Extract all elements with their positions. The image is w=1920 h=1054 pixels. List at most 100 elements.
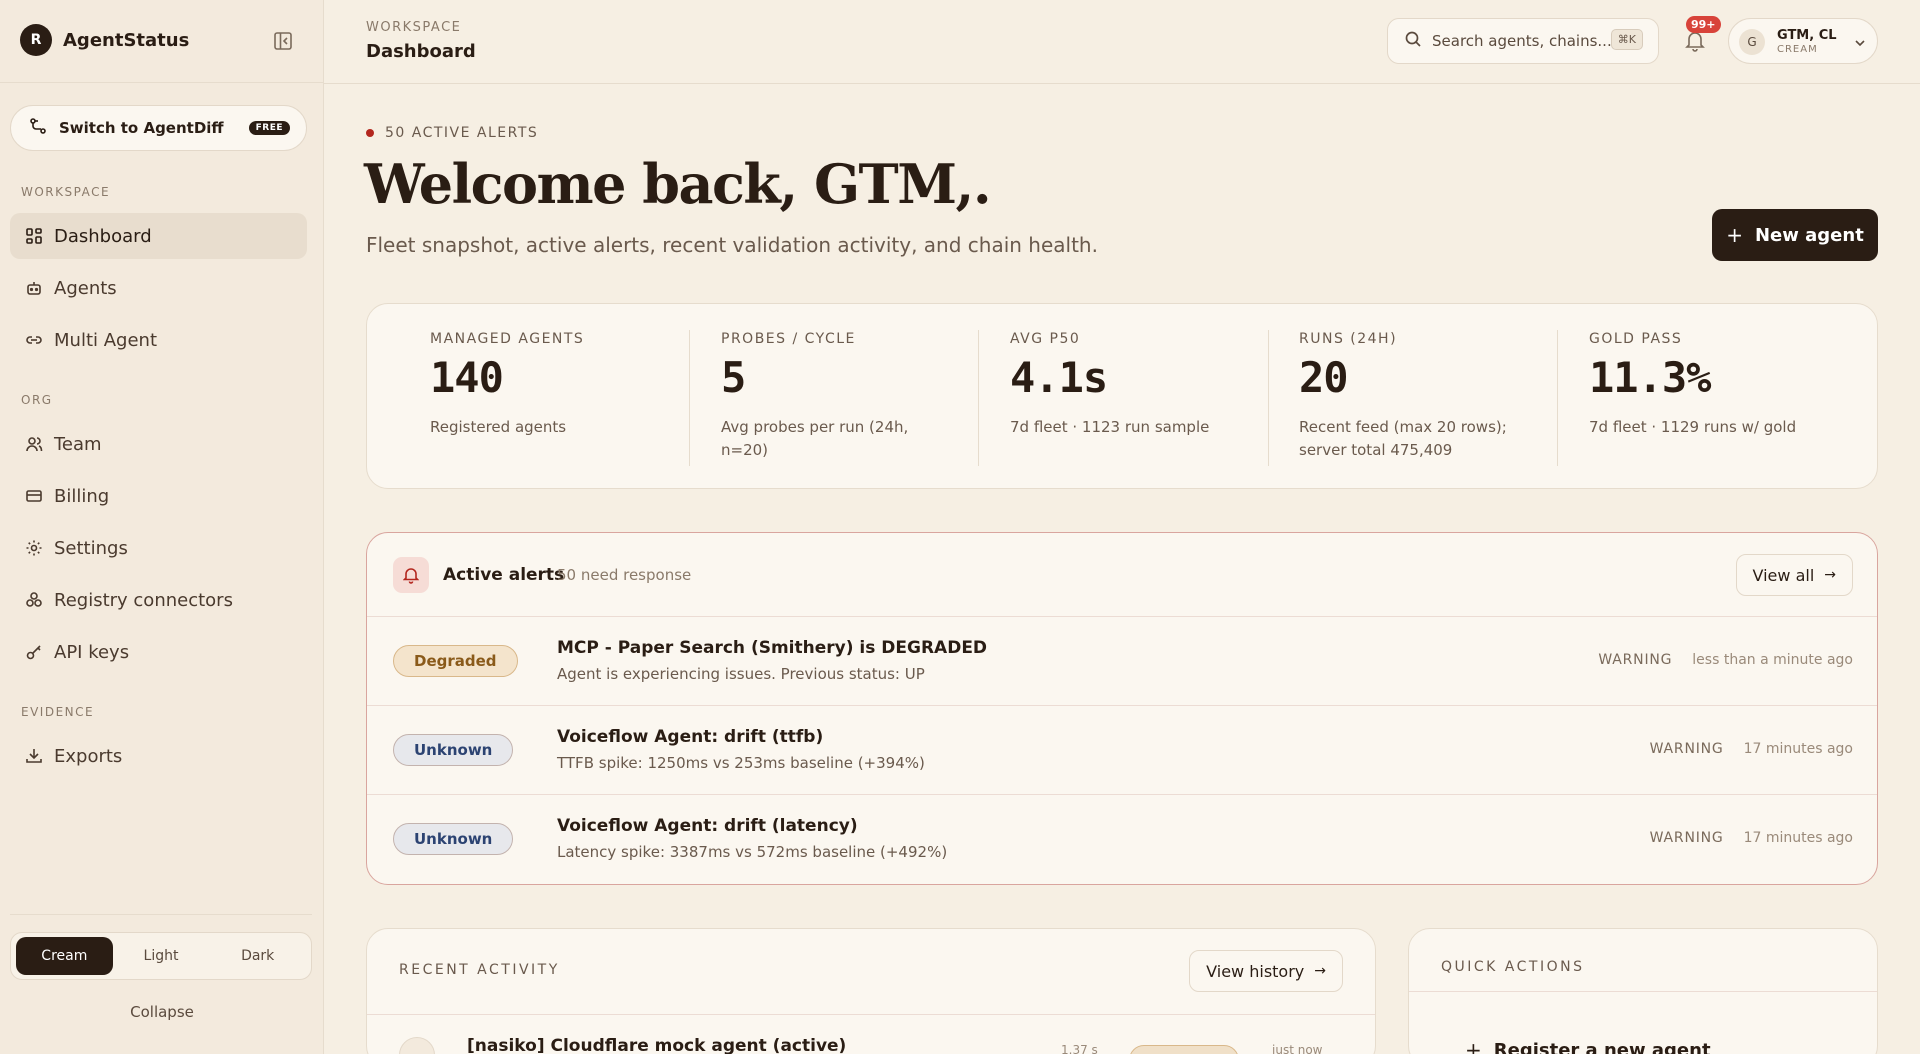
search-icon bbox=[1404, 30, 1422, 52]
status-badge bbox=[1129, 1045, 1239, 1054]
theme-switcher: Cream Light Dark bbox=[10, 932, 312, 980]
active-alerts-card: Active alerts 50 need response View all … bbox=[366, 532, 1878, 885]
alert-desc: Agent is experiencing issues. Previous s… bbox=[557, 665, 925, 683]
sidebar-item-label: Multi Agent bbox=[54, 329, 157, 351]
search-input[interactable]: Search agents, chains... ⌘K bbox=[1387, 18, 1659, 64]
sidebar-item-exports[interactable]: Exports bbox=[10, 733, 307, 779]
sidebar-item-registry-connectors[interactable]: Registry connectors bbox=[10, 577, 307, 623]
divider bbox=[978, 330, 979, 466]
alert-bell-icon bbox=[393, 557, 429, 593]
register-agent-label: Register a new agent bbox=[1493, 1039, 1711, 1054]
sidebar-item-team[interactable]: Team bbox=[10, 421, 307, 467]
page-title: Dashboard bbox=[366, 41, 476, 62]
theme-option-light[interactable]: Light bbox=[113, 937, 210, 975]
sidebar-toggle-icon[interactable] bbox=[272, 30, 294, 52]
stat-desc: 7d fleet · 1129 runs w/ gold bbox=[1589, 418, 1797, 436]
recent-activity-label: RECENT ACTIVITY bbox=[399, 962, 560, 978]
alert-time: 17 minutes ago bbox=[1743, 741, 1853, 757]
brand[interactable]: R AgentStatus bbox=[20, 24, 189, 56]
activity-time: just now bbox=[1272, 1043, 1323, 1054]
status-badge: Unknown bbox=[393, 734, 514, 766]
section-label-evidence: EVIDENCE bbox=[21, 705, 95, 719]
sidebar-item-label: API keys bbox=[54, 641, 130, 663]
breadcrumb-section: WORKSPACE bbox=[366, 20, 462, 35]
register-agent-button[interactable]: + Register a new agent bbox=[1465, 1038, 1711, 1054]
stat-value: 20 bbox=[1299, 353, 1349, 402]
alert-row[interactable]: Unknown Voiceflow Agent: drift (ttfb) TT… bbox=[367, 706, 1877, 795]
new-agent-button[interactable]: + New agent bbox=[1712, 209, 1878, 261]
section-label-org: ORG bbox=[21, 393, 53, 407]
gear-icon bbox=[24, 538, 44, 558]
welcome-heading: Welcome back, GTM,. bbox=[364, 152, 992, 216]
sidebar-item-dashboard[interactable]: Dashboard bbox=[10, 213, 307, 259]
alert-severity: WARNING bbox=[1598, 652, 1673, 668]
key-icon bbox=[24, 642, 44, 662]
activity-duration: 1.37 s bbox=[1061, 1043, 1098, 1054]
stat-value: 140 bbox=[430, 353, 504, 402]
alert-meta: WARNING less than a minute ago bbox=[1598, 652, 1853, 668]
sidebar-item-api-keys[interactable]: API keys bbox=[10, 629, 307, 675]
bot-icon bbox=[24, 278, 44, 298]
sidebar-item-label: Registry connectors bbox=[54, 589, 233, 611]
active-alerts-title: Active alerts bbox=[443, 565, 565, 585]
sidebar-item-billing[interactable]: Billing bbox=[10, 473, 307, 519]
alert-time: less than a minute ago bbox=[1692, 652, 1853, 668]
grid-icon bbox=[24, 226, 44, 246]
active-alerts-subtitle: 50 need response bbox=[557, 566, 692, 584]
activity-title[interactable]: [nasiko] Cloudflare mock agent (active) bbox=[467, 1036, 846, 1054]
active-alerts-header: Active alerts 50 need response View all … bbox=[367, 533, 1877, 617]
sidebar-item-label: Team bbox=[54, 433, 102, 455]
stat-desc: Recent feed (max 20 rows); server total … bbox=[1299, 418, 1507, 459]
alert-meta: WARNING 17 minutes ago bbox=[1650, 741, 1853, 757]
link-icon bbox=[24, 330, 44, 350]
quick-actions-card: QUICK ACTIONS + Register a new agent bbox=[1408, 928, 1878, 1054]
topbar: WORKSPACE Dashboard Search agents, chain… bbox=[324, 0, 1920, 84]
active-alerts-kicker: 50 ACTIVE ALERTS bbox=[366, 125, 538, 141]
divider bbox=[367, 1014, 1375, 1015]
alert-title: MCP - Paper Search (Smithery) is DEGRADE… bbox=[557, 638, 988, 658]
alert-desc: TTFB spike: 1250ms vs 253ms baseline (+3… bbox=[557, 754, 925, 772]
sidebar-item-multi-agent[interactable]: Multi Agent bbox=[10, 317, 307, 363]
user-theme: CREAM bbox=[1777, 44, 1818, 55]
view-history-button[interactable]: View history → bbox=[1189, 950, 1343, 992]
user-menu-button[interactable]: G GTM, CL CREAM bbox=[1728, 18, 1878, 64]
switch-to-agentdiff-button[interactable]: Switch to AgentDiff FREE bbox=[10, 105, 307, 151]
divider bbox=[1557, 330, 1558, 466]
sidebar-item-settings[interactable]: Settings bbox=[10, 525, 307, 571]
sidebar-item-label: Dashboard bbox=[54, 225, 152, 247]
alert-title: Voiceflow Agent: drift (latency) bbox=[557, 816, 858, 836]
sidebar-item-agents[interactable]: Agents bbox=[10, 265, 307, 311]
theme-option-cream[interactable]: Cream bbox=[16, 937, 113, 975]
divider bbox=[0, 82, 324, 83]
stat-label: PROBES / CYCLE bbox=[721, 331, 856, 347]
stat-value: 11.3% bbox=[1589, 353, 1711, 402]
status-badge: Unknown bbox=[393, 823, 514, 855]
theme-option-dark[interactable]: Dark bbox=[209, 937, 306, 975]
stat-label: GOLD PASS bbox=[1589, 331, 1683, 347]
collapse-button[interactable]: Collapse bbox=[0, 1003, 324, 1021]
switch-icon bbox=[29, 117, 47, 139]
divider bbox=[1268, 330, 1269, 466]
stat-label: MANAGED AGENTS bbox=[430, 331, 585, 347]
switch-label: Switch to AgentDiff bbox=[59, 119, 224, 137]
credit-card-icon bbox=[24, 486, 44, 506]
avatar: G bbox=[1739, 29, 1765, 55]
search-placeholder: Search agents, chains... bbox=[1432, 32, 1612, 50]
divider bbox=[689, 330, 690, 466]
welcome-subtitle: Fleet snapshot, active alerts, recent va… bbox=[366, 233, 1098, 257]
stat-value: 4.1s bbox=[1010, 353, 1108, 402]
chevron-down-icon bbox=[1853, 35, 1867, 49]
alert-title: Voiceflow Agent: drift (ttfb) bbox=[557, 727, 824, 747]
stat-value: 5 bbox=[721, 353, 746, 402]
alert-dot-icon bbox=[366, 129, 374, 137]
alert-row[interactable]: Unknown Voiceflow Agent: drift (latency)… bbox=[367, 795, 1877, 884]
users-icon bbox=[24, 434, 44, 454]
alert-row[interactable]: Degraded MCP - Paper Search (Smithery) i… bbox=[367, 617, 1877, 706]
divider bbox=[10, 914, 312, 915]
view-all-button[interactable]: View all → bbox=[1735, 554, 1853, 596]
boxes-icon bbox=[24, 590, 44, 610]
sidebar-item-label: Exports bbox=[54, 745, 123, 767]
arrow-right-icon: → bbox=[1314, 963, 1326, 979]
brand-name: AgentStatus bbox=[63, 29, 190, 51]
divider bbox=[1409, 991, 1877, 992]
